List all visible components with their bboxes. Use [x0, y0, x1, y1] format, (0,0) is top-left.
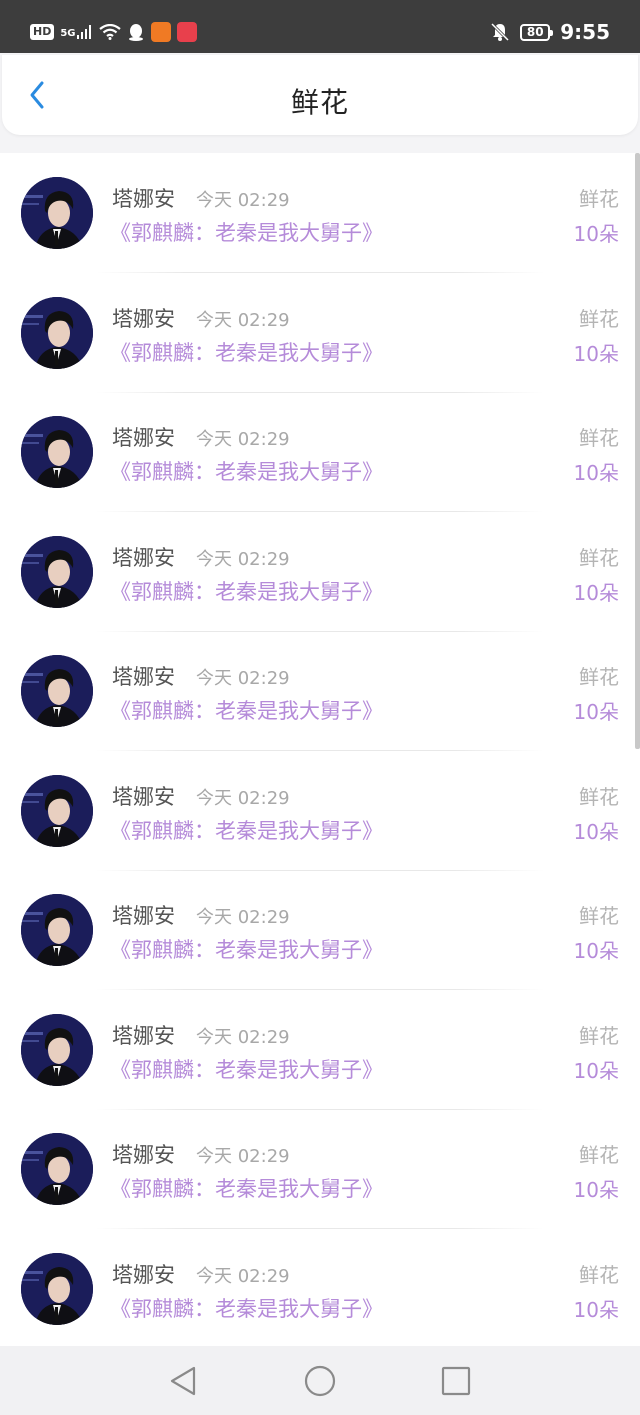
scrollbar[interactable] — [635, 153, 640, 749]
app-header: 鲜花 — [2, 55, 638, 135]
wifi-icon — [98, 24, 121, 40]
square-recents-icon — [441, 1366, 471, 1396]
book-title-link[interactable]: 《郭麒麟：老秦是我大舅子》 — [110, 1293, 383, 1323]
gift-record-row[interactable]: 塔娜安 今天 02:29 《郭麒麟：老秦是我大舅子》 鲜花 10朵 — [0, 751, 640, 871]
avatar[interactable] — [21, 416, 93, 488]
gift-time: 今天 02:29 — [196, 548, 290, 570]
book-app-icon — [176, 22, 197, 42]
gift-record-row[interactable]: 塔娜安 今天 02:29 《郭麒麟：老秦是我大舅子》 鲜花 10朵 — [0, 1109, 640, 1229]
avatar[interactable] — [21, 296, 93, 369]
gift-amount: 10朵 — [573, 819, 619, 844]
gift-type-label: 鲜花 — [579, 1143, 619, 1167]
gift-amount: 10朵 — [573, 1058, 619, 1083]
avatar[interactable] — [21, 774, 93, 847]
book-title-link[interactable]: 《郭麒麟：老秦是我大舅子》 — [110, 815, 383, 845]
gift-time: 今天 02:29 — [196, 309, 290, 331]
nav-recents-button[interactable] — [439, 1364, 473, 1398]
sender-name: 塔娜安 — [112, 1143, 175, 1167]
avatar[interactable] — [21, 177, 93, 249]
qq-icon — [128, 24, 143, 41]
sender-name: 塔娜安 — [112, 665, 175, 689]
gift-time: 今天 02:29 — [196, 787, 290, 809]
gift-record-row[interactable]: 塔娜安 今天 02:29 《郭麒麟：老秦是我大舅子》 鲜花 10朵 — [0, 1229, 640, 1347]
gift-record-row[interactable]: 塔娜安 今天 02:29 《郭麒麟：老秦是我大舅子》 鲜花 10朵 — [0, 153, 640, 273]
gift-amount: 10朵 — [573, 939, 619, 963]
battery-indicator: 80 — [520, 23, 554, 41]
sender-name: 塔娜安 — [112, 187, 175, 211]
gift-time: 今天 02:29 — [196, 1146, 290, 1167]
gift-amount: 10朵 — [573, 580, 619, 605]
book-title-link[interactable]: 《郭麒麟：老秦是我大舅子》 — [110, 1054, 383, 1084]
gift-record-row[interactable]: 塔娜安 今天 02:29 《郭麒麟：老秦是我大舅子》 鲜花 10朵 — [0, 870, 640, 990]
gift-type-label: 鲜花 — [579, 306, 619, 331]
status-bar: HD 5G 80 9:55 — [0, 0, 640, 53]
reading-app-icon — [150, 22, 171, 42]
gift-amount: 10朵 — [573, 1178, 619, 1202]
page-title: 鲜花 — [290, 86, 349, 119]
clock: 9:55 — [560, 20, 610, 44]
triangle-back-icon — [170, 1366, 196, 1396]
avatar[interactable] — [21, 1013, 93, 1086]
gift-amount: 10朵 — [573, 461, 619, 485]
gift-record-row[interactable]: 塔娜安 今天 02:29 《郭麒麟：老秦是我大舅子》 鲜花 10朵 — [0, 631, 640, 751]
book-title-link[interactable]: 《郭麒麟：老秦是我大舅子》 — [110, 934, 383, 964]
gift-record-row[interactable]: 塔娜安 今天 02:29 《郭麒麟：老秦是我大舅子》 鲜花 10朵 — [0, 990, 640, 1110]
sender-name: 塔娜安 — [112, 545, 175, 570]
book-title-link[interactable]: 《郭麒麟：老秦是我大舅子》 — [110, 576, 383, 606]
gift-amount: 10朵 — [573, 341, 619, 366]
book-title-link[interactable]: 《郭麒麟：老秦是我大舅子》 — [110, 456, 383, 486]
sender-name: 塔娜安 — [112, 1262, 175, 1287]
nav-home-button[interactable] — [303, 1364, 337, 1398]
gift-time: 今天 02:29 — [196, 668, 290, 689]
avatar[interactable] — [21, 535, 93, 608]
gift-time: 今天 02:29 — [196, 190, 290, 211]
gift-type-label: 鲜花 — [579, 545, 619, 570]
gift-type-label: 鲜花 — [579, 1262, 619, 1287]
gift-time: 今天 02:29 — [196, 1026, 290, 1048]
sender-name: 塔娜安 — [112, 426, 175, 450]
gift-type-label: 鲜花 — [579, 904, 619, 928]
gift-type-label: 鲜花 — [579, 665, 619, 689]
avatar[interactable] — [21, 655, 93, 727]
book-title-link[interactable]: 《郭麒麟：老秦是我大舅子》 — [110, 337, 383, 367]
gift-amount: 10朵 — [573, 222, 619, 246]
book-title-link[interactable]: 《郭麒麟：老秦是我大舅子》 — [110, 695, 383, 725]
gift-type-label: 鲜花 — [579, 1023, 619, 1048]
system-nav-bar — [0, 1346, 640, 1415]
hd-badge: HD — [30, 24, 55, 40]
avatar[interactable] — [21, 1252, 93, 1325]
gift-type-label: 鲜花 — [579, 784, 619, 809]
gift-record-row[interactable]: 塔娜安 今天 02:29 《郭麒麟：老秦是我大舅子》 鲜花 10朵 — [0, 273, 640, 393]
sender-name: 塔娜安 — [112, 904, 175, 928]
avatar[interactable] — [21, 894, 93, 966]
gift-type-label: 鲜花 — [579, 426, 619, 450]
gift-record-row[interactable]: 塔娜安 今天 02:29 《郭麒麟：老秦是我大舅子》 鲜花 10朵 — [0, 512, 640, 632]
gift-record-list[interactable]: 塔娜安 今天 02:29 《郭麒麟：老秦是我大舅子》 鲜花 10朵 塔娜安 今天… — [0, 153, 640, 1346]
gift-amount: 10朵 — [573, 700, 619, 724]
gift-time: 今天 02:29 — [196, 907, 290, 928]
gift-type-label: 鲜花 — [579, 187, 619, 211]
status-right: 80 9:55 — [490, 20, 610, 44]
signal-icon: 5G — [60, 25, 92, 39]
book-title-link[interactable]: 《郭麒麟：老秦是我大舅子》 — [110, 1173, 383, 1203]
avatar[interactable] — [21, 1133, 93, 1205]
gift-amount: 10朵 — [573, 1297, 619, 1322]
sender-name: 塔娜安 — [112, 306, 175, 331]
nav-back-button[interactable] — [166, 1364, 200, 1398]
mute-bell-icon — [491, 22, 510, 42]
gift-time: 今天 02:29 — [196, 1265, 290, 1287]
signal-label: 5G — [60, 28, 76, 39]
circle-home-icon — [304, 1365, 336, 1397]
sender-name: 塔娜安 — [112, 784, 175, 809]
book-title-link[interactable]: 《郭麒麟：老秦是我大舅子》 — [110, 217, 383, 247]
gift-record-row[interactable]: 塔娜安 今天 02:29 《郭麒麟：老秦是我大舅子》 鲜花 10朵 — [0, 392, 640, 512]
sender-name: 塔娜安 — [112, 1023, 175, 1048]
status-left: HD 5G — [30, 22, 197, 42]
gift-time: 今天 02:29 — [196, 429, 290, 450]
